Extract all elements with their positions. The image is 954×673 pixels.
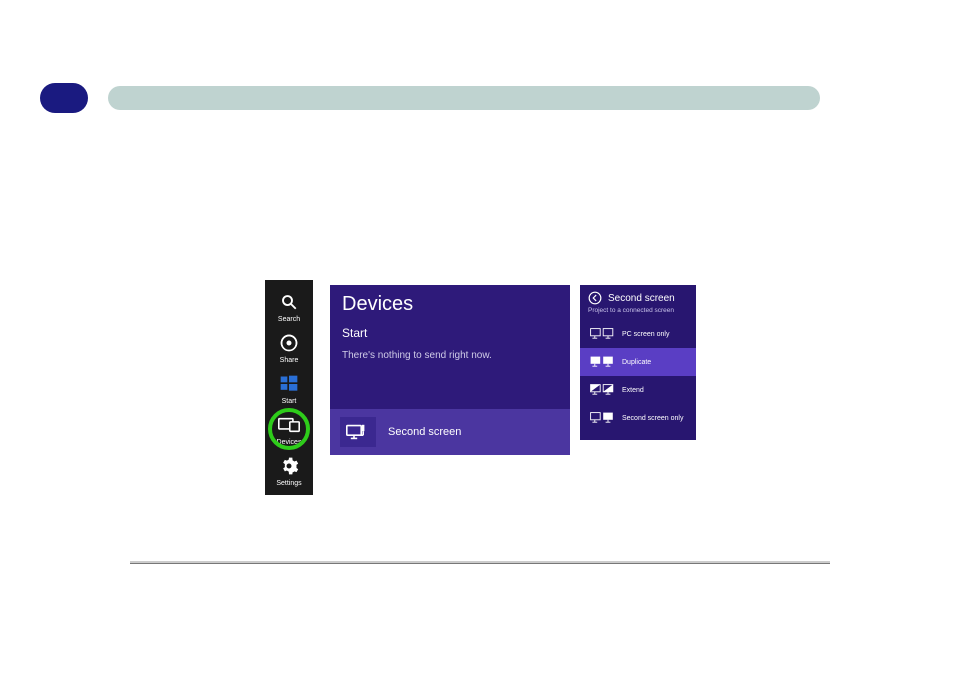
- flyout-option-second-only[interactable]: Second screen only: [580, 404, 696, 432]
- charm-devices[interactable]: Devices: [265, 409, 313, 450]
- extend-icon: [590, 383, 614, 397]
- devices-panel-subtitle: Start: [330, 316, 570, 340]
- charms-bar: Search Share Start: [265, 280, 313, 495]
- share-icon: [274, 331, 304, 355]
- second-screen-flyout: Second screen Project to a connected scr…: [580, 285, 696, 440]
- flyout-option-extend[interactable]: Extend: [580, 376, 696, 404]
- devices-panel-message: There's nothing to send right now.: [330, 340, 570, 361]
- flyout-option-duplicate[interactable]: Duplicate: [580, 348, 696, 376]
- second-only-icon: [590, 411, 614, 425]
- flyout-option-label: PC screen only: [622, 331, 669, 338]
- flyout-title: Second screen: [608, 293, 675, 304]
- duplicate-icon: [590, 355, 614, 369]
- charm-label: Share: [280, 357, 299, 364]
- search-icon: [274, 290, 304, 314]
- page-badge: [40, 83, 88, 113]
- start-icon: [274, 372, 304, 396]
- flyout-option-label: Second screen only: [622, 415, 683, 422]
- flyout-option-pc-only[interactable]: PC screen only: [580, 320, 696, 348]
- second-screen-icon: [340, 417, 376, 447]
- page-header: [40, 80, 820, 116]
- flyout-option-label: Duplicate: [622, 359, 651, 366]
- charm-label: Settings: [276, 480, 301, 487]
- back-icon: [588, 291, 602, 305]
- divider: [130, 561, 830, 563]
- second-screen-item[interactable]: Second screen: [330, 409, 570, 455]
- charm-label: Start: [282, 398, 297, 405]
- charm-settings[interactable]: Settings: [265, 450, 313, 491]
- settings-icon: [274, 454, 304, 478]
- charm-label: Devices: [277, 439, 302, 446]
- charm-share[interactable]: Share: [265, 327, 313, 368]
- flyout-option-label: Extend: [622, 387, 644, 394]
- pc-only-icon: [590, 327, 614, 341]
- charm-label: Search: [278, 316, 300, 323]
- page-title-bar: [108, 86, 820, 110]
- devices-panel: Devices Start There's nothing to send ri…: [330, 285, 570, 455]
- flyout-header[interactable]: Second screen: [580, 285, 696, 307]
- charm-start[interactable]: Start: [265, 368, 313, 409]
- devices-icon: [274, 413, 304, 437]
- devices-panel-title: Devices: [330, 285, 570, 316]
- charm-search[interactable]: Search: [265, 286, 313, 327]
- second-screen-label: Second screen: [388, 426, 461, 438]
- flyout-subtitle: Project to a connected screen: [580, 307, 696, 320]
